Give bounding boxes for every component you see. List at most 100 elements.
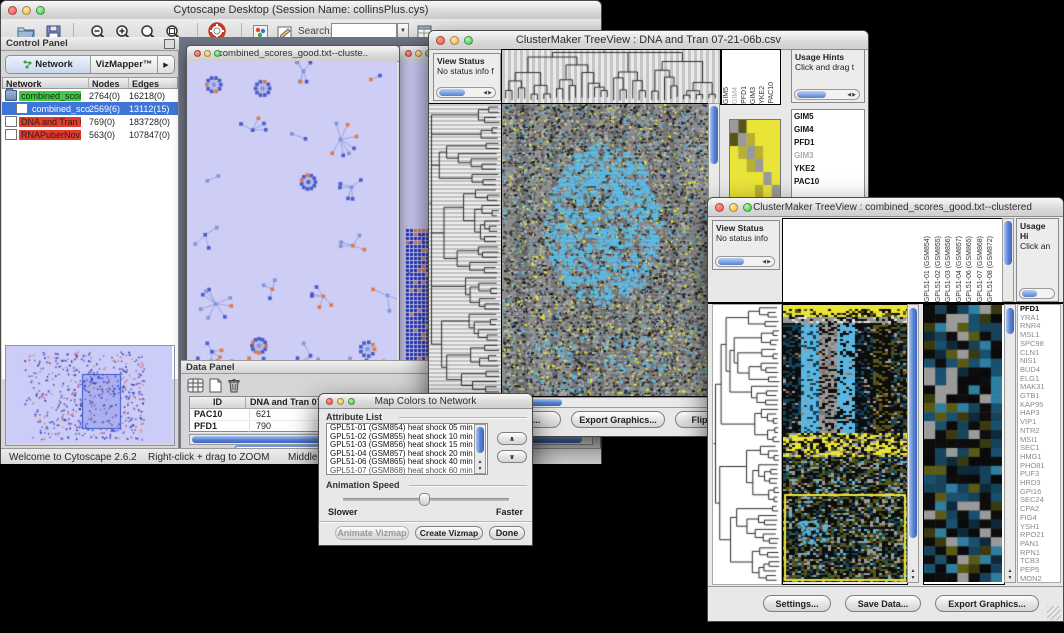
tv1-column-label[interactable]: GIM4 bbox=[731, 87, 740, 104]
tv2-row-dendrogram[interactable] bbox=[712, 304, 782, 585]
minimize-button[interactable] bbox=[729, 203, 738, 212]
tv2-zoom-heatmap[interactable] bbox=[923, 304, 1005, 585]
zoom-button[interactable] bbox=[348, 398, 355, 405]
tv1-zoom-heatmap[interactable] bbox=[729, 119, 781, 199]
tab-overflow-arrow[interactable]: ▶ bbox=[158, 56, 174, 73]
tv1-row-label[interactable]: GIM5 bbox=[792, 110, 864, 123]
close-button[interactable] bbox=[326, 398, 333, 405]
network-name: RNAPuberNov2+ bbox=[19, 130, 81, 140]
close-button[interactable] bbox=[436, 36, 445, 45]
tv1-column-label[interactable]: YKE2 bbox=[758, 86, 767, 104]
tv2-column-label[interactable]: GPL51-03 (GSM856) bbox=[944, 236, 955, 302]
treeview1-titlebar[interactable]: ClusterMaker TreeView : DNA and Tran 07-… bbox=[429, 31, 868, 50]
network-list-row[interactable]: combined_scores2764(0)16218(0) bbox=[2, 89, 178, 102]
spreadsheet-icon[interactable] bbox=[187, 378, 204, 393]
dialog-titlebar[interactable]: Map Colors to Network bbox=[319, 394, 532, 409]
tv2-column-label[interactable]: GPL51-04 (GSM857) bbox=[955, 236, 966, 302]
status-welcome: Welcome to Cytoscape 2.6.2 bbox=[9, 452, 137, 463]
tv2-button-save-data[interactable]: Save Data... bbox=[845, 595, 921, 612]
tv2-global-heatmap[interactable] bbox=[782, 304, 908, 585]
network-list-row[interactable]: RNAPuberNov2+563(0)107847(0) bbox=[2, 128, 178, 141]
col-nodes[interactable]: Nodes bbox=[89, 78, 129, 88]
network-name: combined_sco bbox=[30, 104, 92, 114]
treeview2-titlebar[interactable]: ClusterMaker TreeView : combined_scores_… bbox=[708, 198, 1063, 217]
main-titlebar[interactable]: Cytoscape Desktop (Session Name: collins… bbox=[1, 1, 601, 20]
tv2-button-export-graphics[interactable]: Export Graphics... bbox=[935, 595, 1039, 612]
tv1-row-label[interactable]: GIM4 bbox=[792, 123, 864, 136]
data-panel-toolbar bbox=[187, 378, 241, 393]
tv2-zoom-vscrollbar[interactable]: ▲▼ bbox=[1004, 304, 1016, 583]
tv2-column-label[interactable]: GPL51-02 (GSM855) bbox=[934, 236, 945, 302]
close-button[interactable] bbox=[8, 6, 17, 15]
minimize-button[interactable] bbox=[22, 6, 31, 15]
attribute-list-label: Attribute List bbox=[326, 412, 382, 422]
minimize-button[interactable] bbox=[450, 36, 459, 45]
tv1-column-dendrogram[interactable] bbox=[501, 49, 721, 105]
trash-icon[interactable] bbox=[227, 378, 241, 393]
minimize-button[interactable] bbox=[415, 50, 422, 57]
network-window-titlebar[interactable]: combined_scores_good.txt--cluste... bbox=[187, 46, 399, 62]
tv2-collabel-vscrollbar[interactable] bbox=[1002, 218, 1014, 302]
tab-vizmapper[interactable]: VizMapper™ bbox=[91, 56, 158, 73]
tv1-row-label[interactable]: GIM3 bbox=[792, 149, 864, 162]
main-window-title: Cytoscape Desktop (Session Name: collins… bbox=[174, 4, 429, 16]
zoom-button[interactable] bbox=[36, 6, 45, 15]
col-edges[interactable]: Edges bbox=[129, 78, 177, 88]
tv1-column-label[interactable]: GIM3 bbox=[749, 87, 758, 104]
tv2-column-label[interactable]: GPL51-01 (GSM854) bbox=[923, 236, 934, 302]
network-list-row[interactable]: combined_sco2569(6)13112(15) bbox=[2, 102, 178, 115]
tv1-row-label[interactable]: YKE2 bbox=[792, 162, 864, 175]
attr-col-id[interactable]: ID bbox=[190, 397, 246, 408]
float-panel-icon[interactable] bbox=[164, 39, 175, 49]
tv1-row-dendrogram[interactable] bbox=[429, 103, 501, 396]
tv2-status-scrollbar[interactable]: ◀▶ bbox=[715, 256, 775, 267]
done-button[interactable]: Done bbox=[489, 526, 525, 540]
create-vizmap-button[interactable]: Create Vizmap bbox=[415, 526, 483, 540]
tv1-column-label[interactable]: GIM5 bbox=[722, 87, 731, 104]
tv1-global-heatmap[interactable] bbox=[501, 103, 709, 397]
animation-speed-label: Animation Speed bbox=[326, 480, 400, 490]
tv1-row-label[interactable]: PAC10 bbox=[792, 175, 864, 188]
tv1-status-scrollbar[interactable]: ◀▶ bbox=[436, 87, 496, 98]
tv2-heatmap-vscrollbar[interactable]: ▲▼ bbox=[907, 304, 919, 583]
move-up-button[interactable]: ∧ bbox=[497, 432, 527, 445]
control-panel: Network VizMapper™ ▶ Network Nodes Edges… bbox=[1, 51, 179, 448]
tv1-column-label[interactable]: PAC10 bbox=[767, 82, 776, 104]
move-down-button[interactable]: ∨ bbox=[497, 450, 527, 463]
attribute-list-scrollbar[interactable]: ▲▼ bbox=[474, 424, 486, 474]
tv2-hints-scrollbar[interactable] bbox=[1019, 288, 1055, 299]
tv2-column-label[interactable]: GPL51-07 (GSM868) bbox=[976, 236, 987, 302]
attribute-item[interactable]: GPL51-07 (GSM868) heat shock 60 min bbox=[327, 467, 487, 475]
tv2-column-label[interactable]: GPL51-06 (GSM865) bbox=[965, 236, 976, 302]
tv2-column-label[interactable]: GPL51-08 (GSM872) bbox=[986, 236, 997, 302]
close-button[interactable] bbox=[194, 50, 201, 57]
tv1-column-label[interactable]: PFD1 bbox=[740, 86, 749, 104]
network-overview-thumbnail[interactable] bbox=[5, 345, 175, 446]
network-window-title: combined_scores_good.txt--cluste... bbox=[218, 48, 368, 59]
col-network[interactable]: Network bbox=[3, 78, 89, 88]
close-button[interactable] bbox=[715, 203, 724, 212]
tv1-hints-scrollbar[interactable]: ◀▶ bbox=[794, 89, 860, 100]
animate-vizmap-button[interactable]: Animate Vizmap bbox=[335, 526, 409, 540]
tv2-button-settings[interactable]: Settings... bbox=[763, 595, 831, 612]
tv1-row-label[interactable]: PFD1 bbox=[792, 136, 864, 149]
network-list-row[interactable]: DNA and Tran 07769(0)183728(0) bbox=[2, 115, 178, 128]
search-label: Search: bbox=[298, 26, 332, 37]
zoom-button[interactable] bbox=[464, 36, 473, 45]
zoom-button[interactable] bbox=[743, 203, 752, 212]
tv2-row-label[interactable]: MON2 bbox=[1018, 575, 1060, 583]
new-document-icon[interactable] bbox=[209, 378, 222, 393]
attribute-list[interactable]: GPL51-01 (GSM854) heat shock 05 minGPL51… bbox=[326, 423, 488, 475]
control-panel-header: Control Panel bbox=[1, 37, 179, 51]
network-canvas[interactable] bbox=[187, 61, 397, 366]
tab-network[interactable]: Network bbox=[6, 56, 91, 73]
slider-thumb[interactable] bbox=[419, 493, 430, 506]
resize-grip[interactable] bbox=[1047, 606, 1061, 620]
minimize-button[interactable] bbox=[337, 398, 344, 405]
treeview-window-combined: ClusterMaker TreeView : combined_scores_… bbox=[707, 197, 1064, 622]
tv2-column-dendrogram[interactable] bbox=[782, 218, 924, 303]
zoom-button[interactable] bbox=[214, 50, 221, 57]
tv1-button-export-graphics[interactable]: Export Graphics... bbox=[571, 411, 665, 428]
minimize-button[interactable] bbox=[204, 50, 211, 57]
close-button[interactable] bbox=[405, 50, 412, 57]
